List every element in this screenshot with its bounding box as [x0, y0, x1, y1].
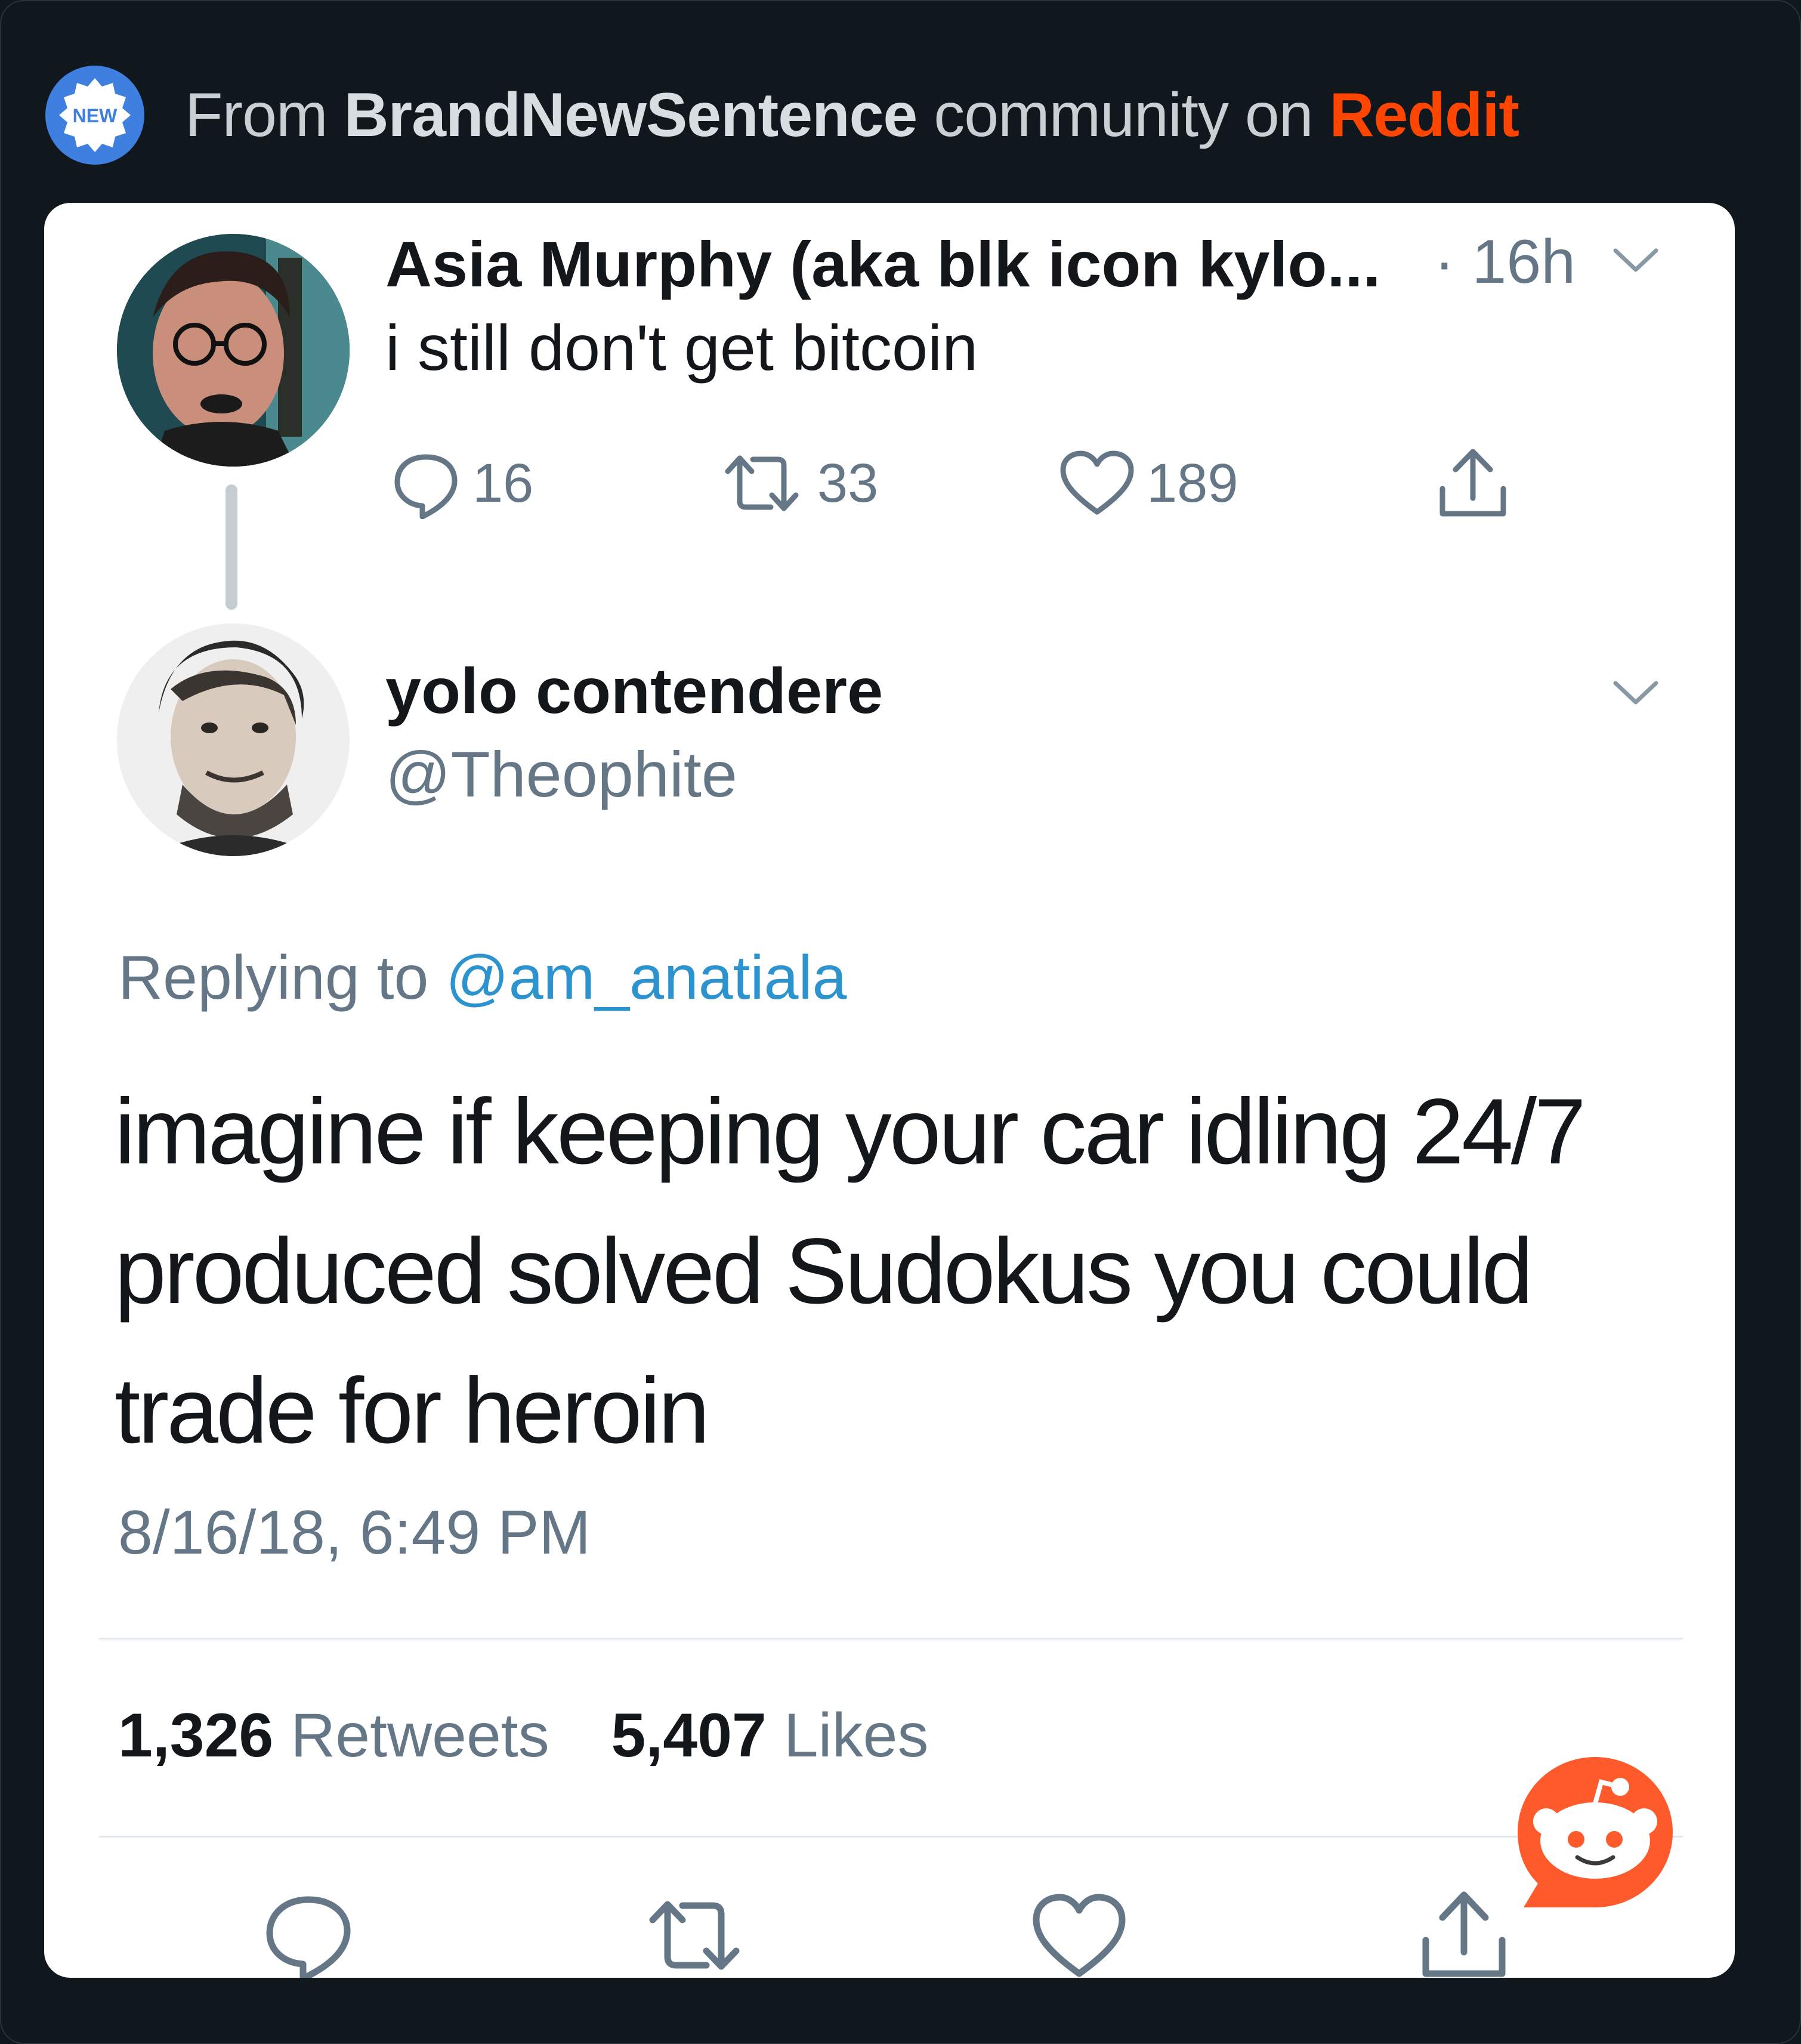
reply-button[interactable] [264, 1891, 353, 1978]
parent-tweet-time: · 16h [1434, 227, 1576, 297]
share-icon [1439, 449, 1506, 517]
parent-author-name[interactable]: Asia Murphy (aka blk icon kylo... [385, 227, 1380, 301]
author-name[interactable]: yolo contendere [385, 653, 883, 728]
retweet-button[interactable]: 33 [717, 447, 878, 519]
tweet-text: imagine if keeping your car idling 24/7 … [115, 1062, 1678, 1481]
mention-link[interactable]: @am_anatiala [446, 943, 847, 1012]
reply-icon [266, 1896, 351, 1978]
like-icon [1060, 450, 1134, 515]
tweet-card: Asia Murphy (aka blk icon kylo... · 16h … [44, 203, 1735, 1978]
svg-text:NEW: NEW [73, 105, 118, 126]
retweet-icon [725, 455, 799, 511]
new-badge-icon: NEW [45, 66, 144, 165]
tweet-text-line: produced solved Sudokus you could [115, 1219, 1533, 1323]
tweet-text-line: imagine if keeping your car idling 24/7 [115, 1080, 1586, 1184]
tweet-timestamp: 8/16/18, 6:49 PM [118, 1498, 591, 1567]
likes-stat[interactable]: 5,407 Likes [611, 1701, 929, 1770]
source-header: NEW From BrandNewSentence community on R… [45, 66, 1519, 165]
share-button[interactable] [1416, 1886, 1512, 1978]
tweet-stats: 1,326 Retweets 5,407 Likes [118, 1700, 928, 1771]
retweet-count: 33 [817, 452, 879, 514]
reply-count: 16 [472, 452, 534, 514]
share-button[interactable] [1434, 444, 1522, 522]
replying-to: Replying to @am_anatiala [118, 943, 847, 1014]
reddit-snoo-icon[interactable] [1512, 1751, 1679, 1921]
tweet-text-line: trade for heroin [115, 1359, 710, 1463]
chevron-down-icon[interactable] [1612, 678, 1660, 711]
retweets-stat[interactable]: 1,326 Retweets [118, 1701, 549, 1770]
like-total: 5,407 [611, 1701, 767, 1770]
avatar[interactable] [117, 234, 350, 467]
like-count: 189 [1147, 452, 1238, 514]
retweet-total: 1,326 [118, 1701, 274, 1770]
author-handle[interactable]: @Theophite [385, 737, 737, 811]
retweet-label: Retweets [291, 1701, 549, 1770]
divider [99, 1638, 1683, 1639]
parent-tweet-text: i still don't get bitcoin [385, 311, 978, 384]
source-middle: community on [934, 80, 1313, 150]
like-button[interactable]: 189 [1058, 447, 1238, 519]
like-label: Likes [783, 1701, 929, 1770]
source-prefix: From [185, 80, 328, 150]
replying-prefix: Replying to [118, 943, 429, 1012]
retweet-button[interactable] [641, 1891, 748, 1978]
like-button[interactable] [1031, 1891, 1127, 1978]
source-text: From BrandNewSentence community on Reddi… [185, 80, 1519, 151]
reply-icon [394, 454, 458, 519]
community-link[interactable]: BrandNewSentence [344, 81, 918, 150]
share-icon [1422, 1891, 1506, 1977]
divider [99, 1836, 1683, 1838]
parent-actions: 16 33 189 [44, 441, 1735, 525]
chevron-down-icon[interactable] [1612, 246, 1660, 279]
retweet-icon [649, 1901, 740, 1970]
avatar[interactable] [117, 623, 350, 856]
like-icon [1033, 1894, 1126, 1977]
reply-button[interactable]: 16 [390, 447, 533, 519]
reddit-link[interactable]: Reddit [1329, 81, 1519, 150]
